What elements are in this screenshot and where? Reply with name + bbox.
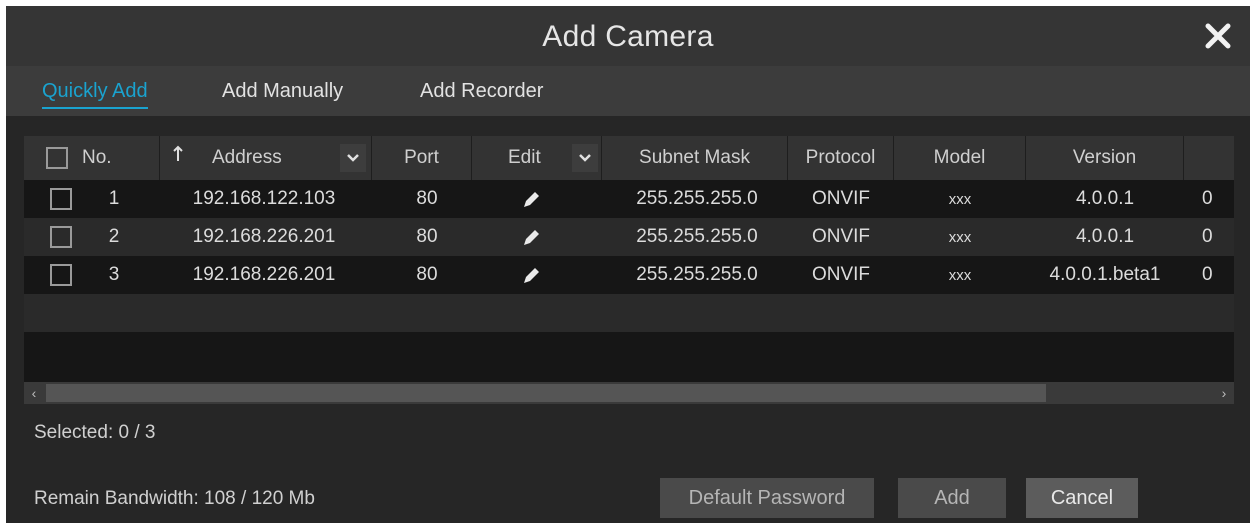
row-version: 4.0.0.1.beta1	[1049, 264, 1161, 285]
tab-add-manually[interactable]: Add Manually	[222, 80, 343, 103]
header-port: Port	[372, 136, 472, 180]
row-subnet: 255.255.255.0	[636, 226, 758, 247]
header-version: Version	[1026, 136, 1184, 180]
row-protocol: ONVIF	[811, 226, 871, 247]
row-port: 80	[416, 264, 438, 285]
header-model: Model	[894, 136, 1026, 180]
close-icon	[1205, 23, 1231, 49]
scroll-left-icon[interactable]: ‹	[24, 382, 44, 404]
pencil-icon	[524, 268, 539, 283]
address-dropdown-button[interactable]	[340, 144, 366, 172]
row-version: 4.0.0.1	[1075, 226, 1135, 247]
row-no: 1	[108, 188, 120, 209]
chevron-down-icon	[579, 154, 591, 162]
header-no-cell: No.	[24, 136, 160, 180]
header-address: Address	[212, 147, 282, 168]
tab-quickly-add[interactable]: Quickly Add	[42, 80, 148, 109]
selected-count: Selected: 0 / 3	[34, 422, 156, 443]
pencil-icon	[524, 230, 539, 245]
header-no: No.	[82, 147, 112, 168]
dialog-title: Add Camera	[542, 20, 714, 53]
edit-pencil-button[interactable]	[502, 256, 562, 294]
row-model: xxx	[948, 228, 972, 246]
select-all-checkbox[interactable]	[46, 147, 68, 169]
row-protocol: ONVIF	[811, 188, 871, 209]
scrollbar-thumb[interactable]	[46, 384, 1046, 402]
header-protocol: Protocol	[788, 136, 894, 180]
table-row[interactable]: 1 192.168.122.103 80 255.255.255.0 ONVIF…	[24, 180, 1234, 218]
horizontal-scrollbar[interactable]: ‹ ›	[24, 382, 1234, 404]
tab-add-recorder[interactable]: Add Recorder	[420, 80, 543, 103]
add-camera-dialog: Add Camera Quickly Add Add Manually Add …	[6, 6, 1250, 523]
close-button[interactable]	[1198, 16, 1238, 56]
header-edit: Edit	[508, 147, 541, 168]
header-overflow	[1184, 136, 1234, 180]
row-subnet: 255.255.255.0	[636, 188, 758, 209]
sort-up-icon[interactable]	[172, 145, 184, 169]
pencil-icon	[524, 192, 539, 207]
tab-bar: Quickly Add Add Manually Add Recorder	[6, 66, 1250, 116]
row-checkbox[interactable]	[50, 226, 72, 248]
edit-dropdown-button[interactable]	[572, 144, 598, 172]
row-checkbox[interactable]	[50, 188, 72, 210]
row-overflow: 0	[1202, 264, 1213, 285]
row-model: xxx	[948, 266, 972, 284]
edit-pencil-button[interactable]	[502, 218, 562, 256]
edit-pencil-button[interactable]	[502, 180, 562, 218]
row-overflow: 0	[1202, 226, 1213, 247]
default-password-button[interactable]: Default Password	[660, 478, 874, 518]
header-edit-cell: Edit	[472, 136, 602, 180]
remain-bandwidth: Remain Bandwidth: 108 / 120 Mb	[34, 488, 315, 509]
header-address-cell[interactable]: Address	[160, 136, 372, 180]
chevron-down-icon	[347, 154, 359, 162]
title-bar: Add Camera	[6, 6, 1250, 66]
row-port: 80	[416, 188, 438, 209]
camera-table: No. Address Port Edit Subnet Mask Protoc…	[24, 136, 1234, 404]
row-port: 80	[416, 226, 438, 247]
row-model: xxx	[948, 190, 972, 208]
table-row[interactable]: 3 192.168.226.201 80 255.255.255.0 ONVIF…	[24, 256, 1234, 294]
row-subnet: 255.255.255.0	[636, 264, 758, 285]
row-address: 192.168.122.103	[192, 188, 336, 209]
row-version: 4.0.0.1	[1075, 188, 1135, 209]
row-overflow: 0	[1202, 188, 1213, 209]
empty-row	[24, 294, 1234, 332]
row-protocol: ONVIF	[811, 264, 871, 285]
row-checkbox[interactable]	[50, 264, 72, 286]
row-address: 192.168.226.201	[192, 226, 336, 247]
scroll-right-icon[interactable]: ›	[1214, 382, 1234, 404]
add-button[interactable]: Add	[898, 478, 1006, 518]
cancel-button[interactable]: Cancel	[1026, 478, 1138, 518]
header-subnet: Subnet Mask	[602, 136, 788, 180]
row-address: 192.168.226.201	[192, 264, 336, 285]
table-header: No. Address Port Edit Subnet Mask Protoc…	[24, 136, 1234, 180]
empty-row	[24, 332, 1234, 382]
table-row[interactable]: 2 192.168.226.201 80 255.255.255.0 ONVIF…	[24, 218, 1234, 256]
row-no: 3	[108, 264, 120, 285]
row-no: 2	[108, 226, 120, 247]
